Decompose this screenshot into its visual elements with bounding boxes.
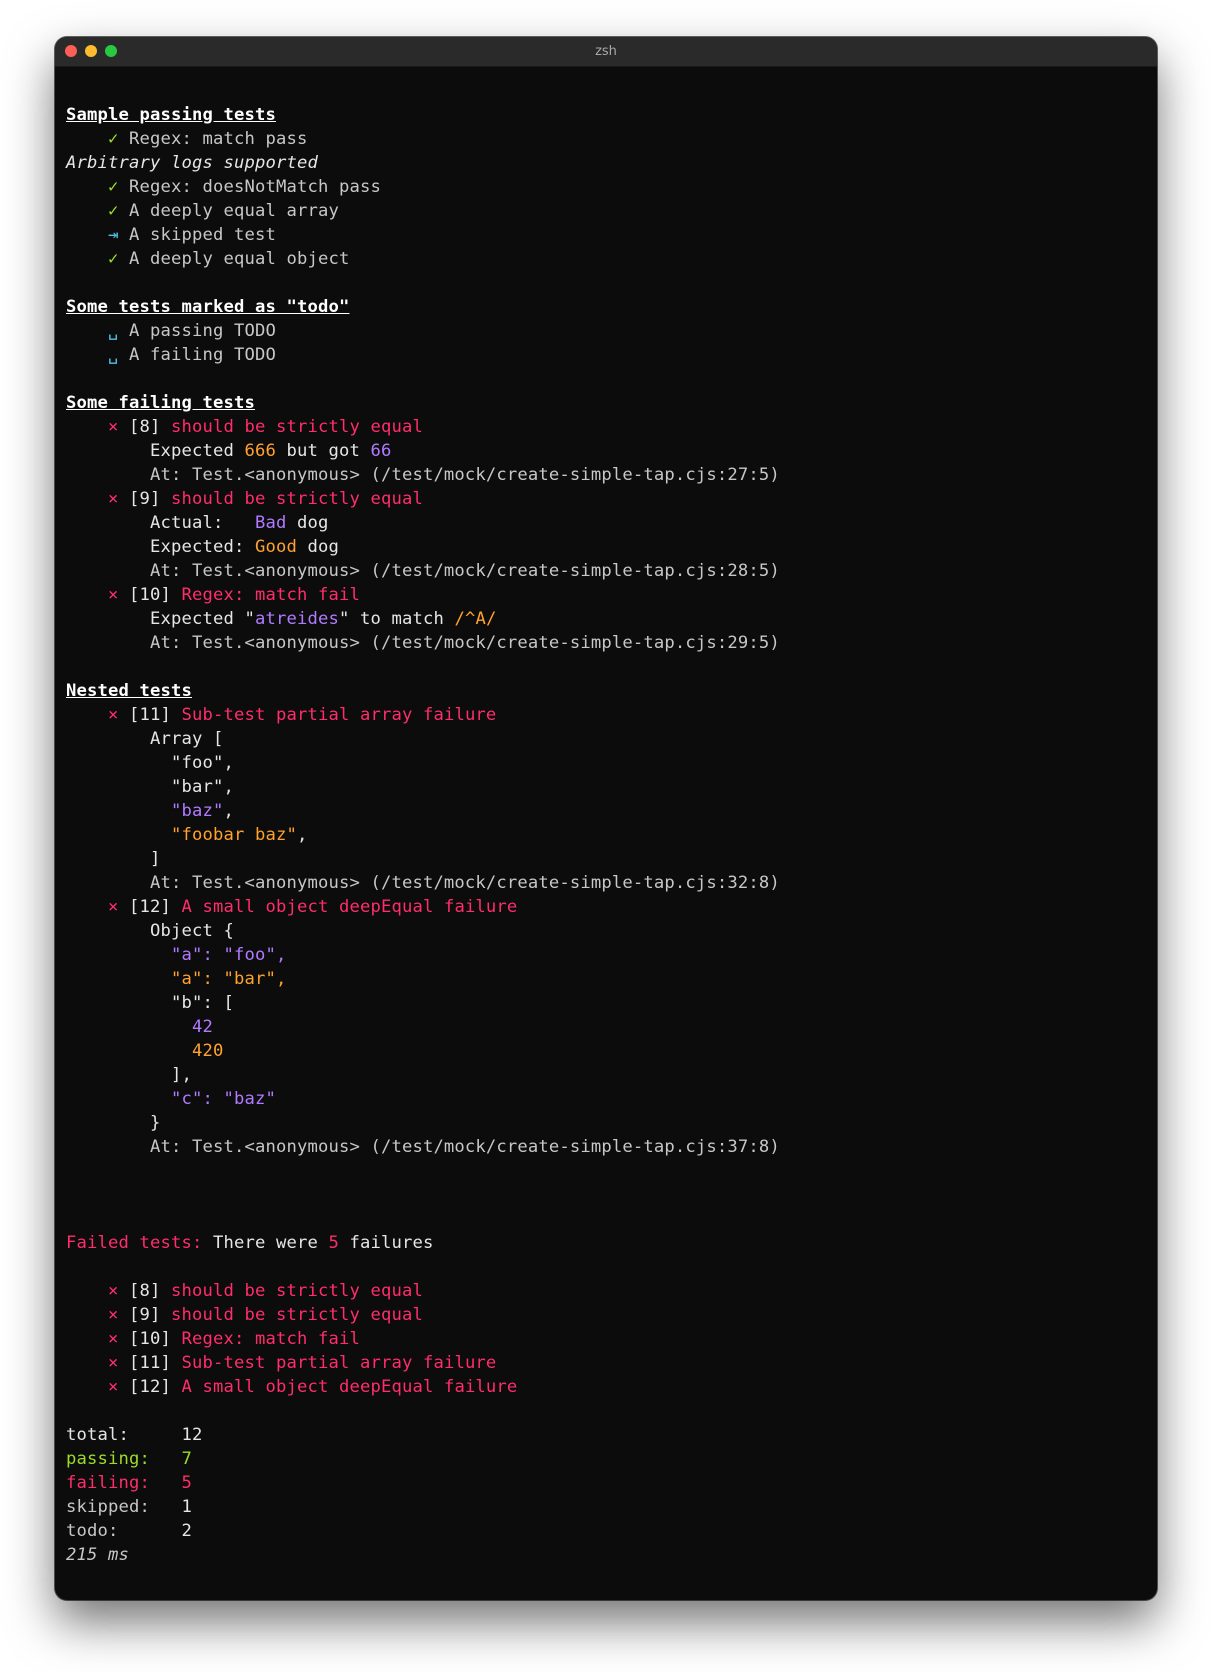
failed-list-item: × [12] A small object deepEqual failure xyxy=(108,1377,518,1397)
failed-tests-summary: Failed tests: There were 5 failures xyxy=(66,1233,434,1253)
test-todo: ␣ A failing TODO xyxy=(108,345,276,365)
test-pass: ✓ Regex: doesNotMatch pass xyxy=(108,177,381,197)
test-fail: × [12] A small object deepEqual failure xyxy=(108,897,518,917)
diff-line: ], xyxy=(171,1065,192,1085)
log-line: Arbitrary logs supported xyxy=(66,153,318,173)
check-icon: ✓ xyxy=(108,249,119,269)
terminal-output[interactable]: Sample passing tests ✓ Regex: match pass … xyxy=(66,103,1147,1567)
stack-location: At: Test.<anonymous> (/test/mock/create-… xyxy=(150,1137,780,1157)
failure-detail: Expected: Good dog xyxy=(150,537,339,557)
cross-icon: × xyxy=(108,489,119,509)
stack-location: At: Test.<anonymous> (/test/mock/create-… xyxy=(150,561,780,581)
diff-line-expected: "foobar baz", xyxy=(171,825,308,845)
section-heading-failing: Some failing tests xyxy=(66,393,255,413)
title-bar: zsh xyxy=(55,37,1157,67)
stack-location: At: Test.<anonymous> (/test/mock/create-… xyxy=(150,465,780,485)
todo-space-icon: ␣ xyxy=(108,321,119,341)
test-fail: × [9] should be strictly equal xyxy=(108,489,423,509)
window-title: zsh xyxy=(595,44,617,59)
stat-todo: todo: 2 xyxy=(66,1521,192,1541)
cross-icon: × xyxy=(108,1353,119,1373)
stat-passing: passing: 7 xyxy=(66,1449,192,1469)
failed-list-item: × [11] Sub-test partial array failure xyxy=(108,1353,497,1373)
stack-location: At: Test.<anonymous> (/test/mock/create-… xyxy=(150,873,780,893)
cross-icon: × xyxy=(108,705,119,725)
failure-detail: Expected 666 but got 66 xyxy=(150,441,392,461)
diff-line: "bar", xyxy=(171,777,234,797)
test-pass: ✓ A deeply equal object xyxy=(108,249,350,269)
todo-space-icon: ␣ xyxy=(108,345,119,365)
check-icon: ✓ xyxy=(108,177,119,197)
stat-total: total: 12 xyxy=(66,1425,203,1445)
diff-line-actual: "baz", xyxy=(171,801,234,821)
cross-icon: × xyxy=(108,585,119,605)
diff-line-expected: 420 xyxy=(192,1041,224,1061)
cross-icon: × xyxy=(108,1377,119,1397)
diff-line: Array [ xyxy=(150,729,224,749)
section-heading-todo: Some tests marked as "todo" xyxy=(66,297,350,317)
test-fail: × [8] should be strictly equal xyxy=(108,417,423,437)
cross-icon: × xyxy=(108,1281,119,1301)
diff-line-expected: "a": "bar", xyxy=(171,969,287,989)
diff-line: } xyxy=(150,1113,161,1133)
cross-icon: × xyxy=(108,1329,119,1349)
test-fail: × [10] Regex: match fail xyxy=(108,585,360,605)
stat-failing: failing: 5 xyxy=(66,1473,192,1493)
test-pass: ✓ A deeply equal array xyxy=(108,201,339,221)
stat-skipped: skipped: 1 xyxy=(66,1497,192,1517)
diff-line: "foo", xyxy=(171,753,234,773)
cross-icon: × xyxy=(108,1305,119,1325)
section-heading-nested: Nested tests xyxy=(66,681,192,701)
section-heading-passing: Sample passing tests xyxy=(66,105,276,125)
stack-location: At: Test.<anonymous> (/test/mock/create-… xyxy=(150,633,780,653)
terminal-window: zsh Sample passing tests ✓ Regex: match p… xyxy=(55,37,1157,1600)
diff-line: "b": [ xyxy=(171,993,234,1013)
failure-detail: Actual: Bad dog xyxy=(150,513,329,533)
check-icon: ✓ xyxy=(108,201,119,221)
cross-icon: × xyxy=(108,897,119,917)
diff-line-actual: "a": "foo", xyxy=(171,945,287,965)
test-fail: × [11] Sub-test partial array failure xyxy=(108,705,497,725)
diff-line-actual: "c": "baz" xyxy=(171,1089,276,1109)
test-pass: ✓ Regex: match pass xyxy=(108,129,308,149)
failed-list-item: × [10] Regex: match fail xyxy=(108,1329,360,1349)
failed-list-item: × [8] should be strictly equal xyxy=(108,1281,423,1301)
check-icon: ✓ xyxy=(108,129,119,149)
failure-detail: Expected "atreides" to match /^A/ xyxy=(150,609,497,629)
test-skip: ⇥ A skipped test xyxy=(108,225,276,245)
failed-list-item: × [9] should be strictly equal xyxy=(108,1305,423,1325)
test-todo: ␣ A passing TODO xyxy=(108,321,276,341)
cross-icon: × xyxy=(108,417,119,437)
diff-line: Object { xyxy=(150,921,234,941)
skip-arrow-icon: ⇥ xyxy=(108,225,119,245)
diff-line: ] xyxy=(150,849,161,869)
diff-line-actual: 42 xyxy=(192,1017,213,1037)
duration: 215 ms xyxy=(66,1545,129,1565)
